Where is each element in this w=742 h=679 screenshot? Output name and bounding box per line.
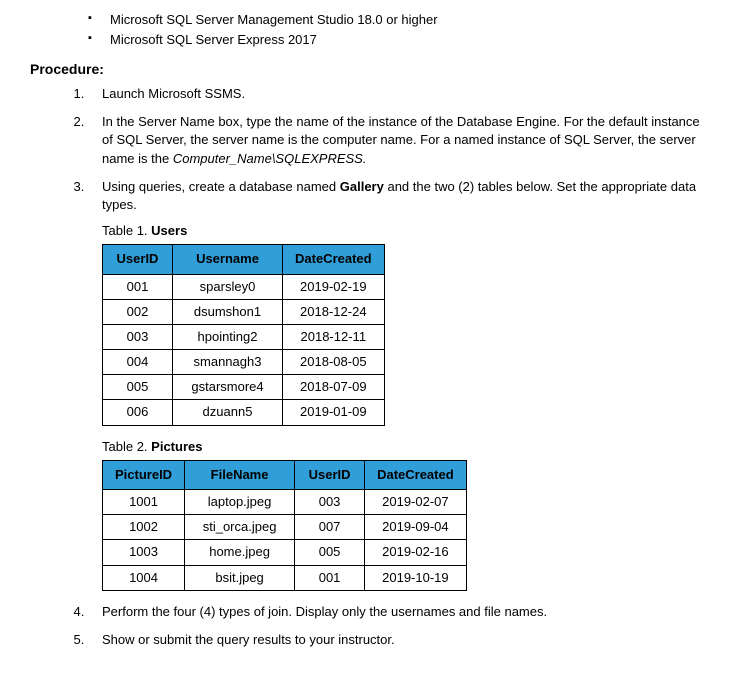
cell: 005 <box>103 375 173 400</box>
col-header: Username <box>173 245 283 274</box>
step-3: Using queries, create a database named G… <box>88 178 712 591</box>
col-header: DateCreated <box>365 460 467 489</box>
cell: home.jpeg <box>185 540 295 565</box>
cell: 1001 <box>103 490 185 515</box>
col-header: UserID <box>295 460 365 489</box>
caption-prefix: Table 2. <box>102 439 151 454</box>
step-1: Launch Microsoft SSMS. <box>88 85 712 103</box>
col-header: FileName <box>185 460 295 489</box>
table-row: 1002 sti_orca.jpeg 007 2019-09-04 <box>103 515 467 540</box>
requirement-item: Microsoft SQL Server Management Studio 1… <box>88 10 712 30</box>
cell: 004 <box>103 350 173 375</box>
col-header: PictureID <box>103 460 185 489</box>
table-row: 1004 bsit.jpeg 001 2019-10-19 <box>103 565 467 590</box>
cell: sparsley0 <box>173 274 283 299</box>
col-header: UserID <box>103 245 173 274</box>
cell: 1003 <box>103 540 185 565</box>
caption-prefix: Table 1. <box>102 223 151 238</box>
cell: 1004 <box>103 565 185 590</box>
step-text: Perform the four (4) types of join. Disp… <box>102 604 547 619</box>
col-header: DateCreated <box>283 245 385 274</box>
step-4: Perform the four (4) types of join. Disp… <box>88 603 712 621</box>
cell: bsit.jpeg <box>185 565 295 590</box>
table-header-row: PictureID FileName UserID DateCreated <box>103 460 467 489</box>
procedure-heading: Procedure: <box>30 61 712 77</box>
pictures-table: PictureID FileName UserID DateCreated 10… <box>102 460 467 591</box>
cell: 2019-02-19 <box>283 274 385 299</box>
table-row: 003 hpointing2 2018-12-11 <box>103 324 385 349</box>
cell: 2019-02-07 <box>365 490 467 515</box>
requirement-item: Microsoft SQL Server Express 2017 <box>88 30 712 50</box>
caption-bold: Pictures <box>151 439 202 454</box>
cell: 2019-01-09 <box>283 400 385 425</box>
table-row: 1003 home.jpeg 005 2019-02-16 <box>103 540 467 565</box>
table-row: 002 dsumshon1 2018-12-24 <box>103 299 385 324</box>
cell: 2019-10-19 <box>365 565 467 590</box>
cell: 006 <box>103 400 173 425</box>
table-row: 001 sparsley0 2019-02-19 <box>103 274 385 299</box>
table-row: 005 gstarsmore4 2018-07-09 <box>103 375 385 400</box>
cell: 003 <box>295 490 365 515</box>
cell: 2018-12-24 <box>283 299 385 324</box>
table1-caption: Table 1. Users <box>102 222 712 240</box>
cell: sti_orca.jpeg <box>185 515 295 540</box>
cell: 005 <box>295 540 365 565</box>
cell: gstarsmore4 <box>173 375 283 400</box>
step-text-italic: Computer_Name\SQLEXPRESS. <box>173 151 367 166</box>
table-row: 1001 laptop.jpeg 003 2019-02-07 <box>103 490 467 515</box>
requirements-list: Microsoft SQL Server Management Studio 1… <box>30 10 712 49</box>
step-text-bold: Gallery <box>340 179 384 194</box>
step-2: In the Server Name box, type the name of… <box>88 113 712 168</box>
cell: 001 <box>295 565 365 590</box>
users-table: UserID Username DateCreated 001 sparsley… <box>102 244 385 425</box>
cell: 001 <box>103 274 173 299</box>
caption-bold: Users <box>151 223 187 238</box>
step-text: Launch Microsoft SSMS. <box>102 86 245 101</box>
step-text: Show or submit the query results to your… <box>102 632 395 647</box>
cell: 2018-08-05 <box>283 350 385 375</box>
cell: laptop.jpeg <box>185 490 295 515</box>
cell: dsumshon1 <box>173 299 283 324</box>
step-5: Show or submit the query results to your… <box>88 631 712 649</box>
procedure-steps: Launch Microsoft SSMS. In the Server Nam… <box>30 85 712 649</box>
cell: dzuann5 <box>173 400 283 425</box>
table2-caption: Table 2. Pictures <box>102 438 712 456</box>
cell: hpointing2 <box>173 324 283 349</box>
cell: 2019-02-16 <box>365 540 467 565</box>
table-header-row: UserID Username DateCreated <box>103 245 385 274</box>
cell: smannagh3 <box>173 350 283 375</box>
cell: 2018-07-09 <box>283 375 385 400</box>
cell: 1002 <box>103 515 185 540</box>
cell: 2018-12-11 <box>283 324 385 349</box>
cell: 2019-09-04 <box>365 515 467 540</box>
cell: 002 <box>103 299 173 324</box>
table-row: 006 dzuann5 2019-01-09 <box>103 400 385 425</box>
cell: 003 <box>103 324 173 349</box>
table-row: 004 smannagh3 2018-08-05 <box>103 350 385 375</box>
step-text: Using queries, create a database named <box>102 179 340 194</box>
cell: 007 <box>295 515 365 540</box>
